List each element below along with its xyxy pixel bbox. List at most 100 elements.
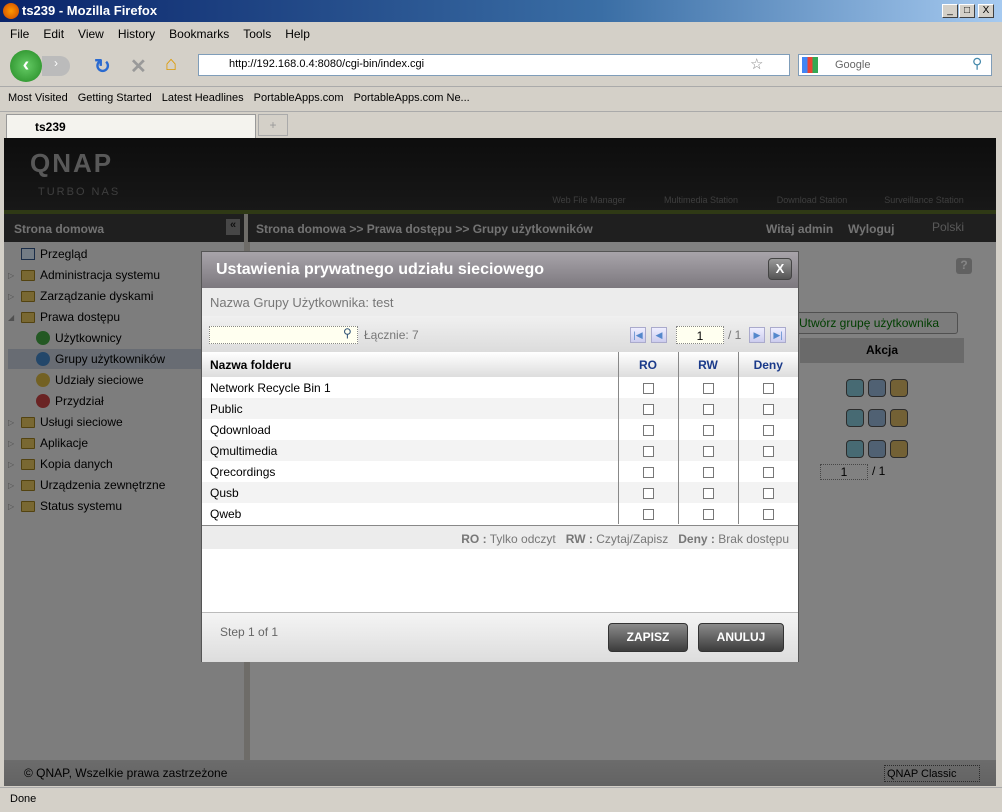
- close-window-button[interactable]: X: [978, 4, 994, 18]
- save-button[interactable]: ZAPISZ: [608, 623, 688, 652]
- rw-checkbox[interactable]: [702, 508, 714, 520]
- folder-name: Qmultimedia: [202, 440, 618, 461]
- rw-cell: [677, 398, 738, 419]
- menu-bookmarks[interactable]: Bookmarks: [169, 27, 229, 41]
- bookmark-getting-started[interactable]: Getting Started: [78, 92, 152, 105]
- rw-cell: [677, 419, 738, 440]
- status-text: Done: [10, 793, 37, 805]
- bookmarks-toolbar: Most Visited Getting Started Latest Head…: [0, 86, 1002, 110]
- table-row: Public: [202, 398, 798, 419]
- dialog-footer: Step 1 of 1 ZAPISZ ANULUJ: [202, 612, 798, 662]
- rw-checkbox[interactable]: [702, 403, 714, 415]
- deny-checkbox[interactable]: [762, 382, 774, 394]
- tab-ts239[interactable]: ts239: [6, 114, 256, 138]
- rw-checkbox[interactable]: [702, 424, 714, 436]
- column-ro: RO: [617, 352, 678, 377]
- deny-checkbox[interactable]: [762, 487, 774, 499]
- maximize-button[interactable]: □: [959, 4, 975, 18]
- folder-name: Qusb: [202, 482, 618, 503]
- folder-name: Qweb: [210, 506, 242, 521]
- status-bar: Done: [0, 787, 1002, 812]
- bookmark-portableapps-news[interactable]: PortableApps.com Ne...: [354, 92, 470, 105]
- ro-checkbox[interactable]: [642, 508, 654, 520]
- menu-bar: File Edit View History Bookmarks Tools H…: [0, 22, 1002, 44]
- search-placeholder: Google: [835, 59, 871, 71]
- forward-button[interactable]: ›: [42, 56, 70, 76]
- legend-deny-value: Brak dostępu: [718, 532, 789, 546]
- new-tab-button[interactable]: +: [258, 114, 288, 136]
- permission-legend: RO : Tylko odczyt RW : Czytaj/Zapisz Den…: [202, 525, 798, 549]
- column-folder-name: Nazwa folderu: [202, 352, 618, 377]
- deny-checkbox[interactable]: [762, 466, 774, 478]
- rw-cell: [677, 440, 738, 461]
- column-rw: RW: [677, 352, 738, 377]
- home-icon[interactable]: ⌂: [165, 53, 177, 76]
- first-page-button[interactable]: |◀: [630, 327, 646, 343]
- ro-checkbox[interactable]: [642, 424, 654, 436]
- menu-tools[interactable]: Tools: [243, 27, 271, 41]
- legend-rw-key: RW :: [565, 532, 593, 546]
- deny-cell: [737, 482, 798, 503]
- rw-cell: [677, 503, 738, 524]
- firefox-icon: [3, 3, 19, 19]
- rw-checkbox[interactable]: [702, 487, 714, 499]
- deny-cell: [737, 440, 798, 461]
- url-bar[interactable]: http://192.168.0.4:8080/cgi-bin/index.cg…: [198, 54, 790, 76]
- ro-checkbox[interactable]: [642, 466, 654, 478]
- stop-icon[interactable]: ✕: [130, 54, 147, 79]
- rw-checkbox[interactable]: [702, 466, 714, 478]
- back-button[interactable]: ‹: [10, 50, 42, 82]
- window-title-bar: ts239 - Mozilla Firefox: [0, 0, 1002, 22]
- deny-checkbox[interactable]: [762, 508, 774, 520]
- menu-edit[interactable]: Edit: [43, 27, 64, 41]
- deny-cell: [737, 377, 798, 398]
- dialog-close-button[interactable]: X: [768, 258, 792, 280]
- rw-cell: [677, 377, 738, 398]
- deny-cell: [737, 503, 798, 524]
- next-page-button[interactable]: ▶: [749, 327, 765, 343]
- prev-page-button[interactable]: ◀: [651, 327, 667, 343]
- page-input[interactable]: 1: [676, 326, 724, 344]
- menu-view[interactable]: View: [78, 27, 104, 41]
- menu-file[interactable]: File: [10, 27, 29, 41]
- reload-icon[interactable]: ↻: [94, 54, 111, 79]
- table-row: Network Recycle Bin 1: [202, 377, 798, 398]
- ro-checkbox[interactable]: [642, 382, 654, 394]
- table-row: Qrecordings: [202, 461, 798, 482]
- folder-name: Public: [202, 398, 618, 419]
- legend-ro-value: Tylko odczyt: [489, 532, 556, 546]
- last-page-button[interactable]: ▶|: [770, 327, 786, 343]
- page-total: / 1: [728, 328, 742, 342]
- bookmark-most-visited[interactable]: Most Visited: [8, 92, 68, 105]
- deny-checkbox[interactable]: [762, 424, 774, 436]
- tab-title: ts239: [35, 120, 66, 134]
- minimize-button[interactable]: _: [942, 4, 958, 18]
- bookmark-portableapps[interactable]: PortableApps.com: [254, 92, 344, 105]
- deny-checkbox[interactable]: [762, 445, 774, 457]
- ro-checkbox[interactable]: [642, 445, 654, 457]
- cancel-button[interactable]: ANULUJ: [698, 623, 784, 652]
- rw-checkbox[interactable]: [702, 445, 714, 457]
- ro-checkbox[interactable]: [642, 403, 654, 415]
- bookmark-latest-headlines[interactable]: Latest Headlines: [162, 92, 244, 105]
- folder-search-input[interactable]: [209, 326, 358, 344]
- legend-deny-key: Deny :: [678, 532, 715, 546]
- menu-history[interactable]: History: [118, 27, 155, 41]
- dialog-title: Ustawienia prywatnego udziału sieciowego: [216, 261, 545, 278]
- ro-cell: [617, 482, 678, 503]
- google-icon[interactable]: [802, 57, 818, 73]
- menu-help[interactable]: Help: [285, 27, 310, 41]
- bookmark-star-icon[interactable]: ☆: [750, 55, 763, 73]
- window-title: ts239 - Mozilla Firefox: [22, 3, 158, 18]
- ro-checkbox[interactable]: [642, 487, 654, 499]
- table-row: Qweb: [202, 503, 798, 524]
- magnifier-icon[interactable]: ⚲: [972, 55, 982, 72]
- search-bar[interactable]: Google: [798, 54, 992, 76]
- deny-cell: [737, 461, 798, 482]
- ro-cell: [617, 440, 678, 461]
- rw-checkbox[interactable]: [702, 382, 714, 394]
- deny-checkbox[interactable]: [762, 403, 774, 415]
- folder-name: Network Recycle Bin 1: [210, 380, 331, 395]
- folder-permissions-table: Nazwa folderu RO RW Deny Network Recycle…: [202, 352, 798, 524]
- rw-cell: [677, 482, 738, 503]
